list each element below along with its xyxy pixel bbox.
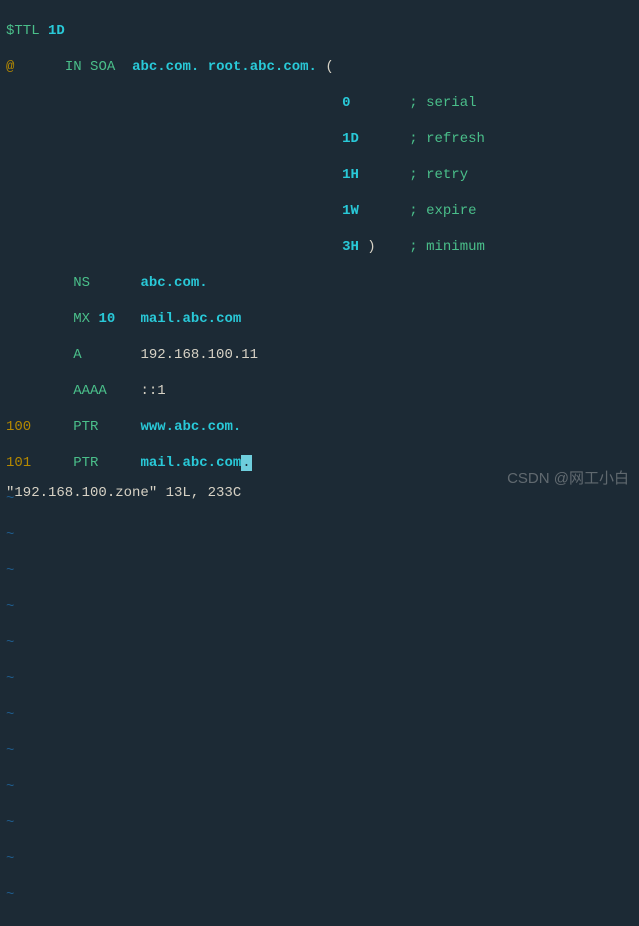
a-val: 192.168.100.11 xyxy=(140,347,258,363)
code-line: AAAA ::1 xyxy=(6,382,633,400)
comment: ; serial xyxy=(409,95,476,111)
ptr-name: 101 xyxy=(6,455,31,471)
mx-val: mail.abc.com xyxy=(140,311,241,327)
comment: ; retry xyxy=(409,167,468,183)
soa-mail: root.abc.com. xyxy=(208,59,317,75)
comment: ; refresh xyxy=(409,131,485,147)
mx-pref: 10 xyxy=(98,311,115,327)
empty-line-tilde: ~ xyxy=(6,886,633,904)
ptr-val: mail.abc.com xyxy=(140,455,241,471)
ptr-name: 100 xyxy=(6,419,31,435)
aaaa-val: ::1 xyxy=(140,383,165,399)
ttl-directive: $TTL xyxy=(6,23,40,39)
empty-line-tilde: ~ xyxy=(6,634,633,652)
ns-val: abc.com. xyxy=(140,275,207,291)
watermark: CSDN @网工小白 xyxy=(507,470,629,488)
code-line: NS abc.com. xyxy=(6,274,633,292)
soa-ns: abc.com. xyxy=(132,59,199,75)
empty-line-tilde: ~ xyxy=(6,598,633,616)
rr-ptr: PTR xyxy=(73,419,98,435)
rr-soa: SOA xyxy=(90,59,115,75)
paren-open: ( xyxy=(325,59,333,75)
empty-line-tilde: ~ xyxy=(6,850,633,868)
paren-close: ) xyxy=(367,239,375,255)
status-line: "192.168.100.zone" 13L, 233C xyxy=(6,484,241,502)
code-line: $TTL 1D xyxy=(6,22,633,40)
code-line: 1W ; expire xyxy=(6,202,633,220)
expire-val: 1W xyxy=(342,203,359,219)
comment: ; expire xyxy=(409,203,476,219)
code-line: 3H ) ; minimum xyxy=(6,238,633,256)
empty-line-tilde: ~ xyxy=(6,742,633,760)
minimum-val: 3H xyxy=(342,239,359,255)
ttl-value: 1D xyxy=(48,23,65,39)
code-line: @ IN SOA abc.com. root.abc.com. ( xyxy=(6,58,633,76)
code-line: 1H ; retry xyxy=(6,166,633,184)
rr-a: A xyxy=(73,347,81,363)
comment: ; minimum xyxy=(409,239,485,255)
ptr-val: www.abc.com. xyxy=(140,419,241,435)
code-line: 1D ; refresh xyxy=(6,130,633,148)
empty-line-tilde: ~ xyxy=(6,778,633,796)
empty-line-tilde: ~ xyxy=(6,814,633,832)
serial-val: 0 xyxy=(342,95,350,111)
rr-mx: MX xyxy=(73,311,90,327)
code-line: 0 ; serial xyxy=(6,94,633,112)
rr-ns: NS xyxy=(73,275,90,291)
rr-ptr: PTR xyxy=(73,455,98,471)
cursor: . xyxy=(241,455,251,471)
editor-pane[interactable]: $TTL 1D @ IN SOA abc.com. root.abc.com. … xyxy=(0,0,639,926)
code-line: A 192.168.100.11 xyxy=(6,346,633,364)
empty-line-tilde: ~ xyxy=(6,526,633,544)
refresh-val: 1D xyxy=(342,131,359,147)
code-line: 100 PTR www.abc.com. xyxy=(6,418,633,436)
retry-val: 1H xyxy=(342,167,359,183)
class-in: IN xyxy=(65,59,82,75)
empty-line-tilde: ~ xyxy=(6,670,633,688)
empty-line-tilde: ~ xyxy=(6,706,633,724)
origin-at: @ xyxy=(6,59,14,75)
rr-aaaa: AAAA xyxy=(73,383,107,399)
empty-line-tilde: ~ xyxy=(6,562,633,580)
code-line: MX 10 mail.abc.com xyxy=(6,310,633,328)
